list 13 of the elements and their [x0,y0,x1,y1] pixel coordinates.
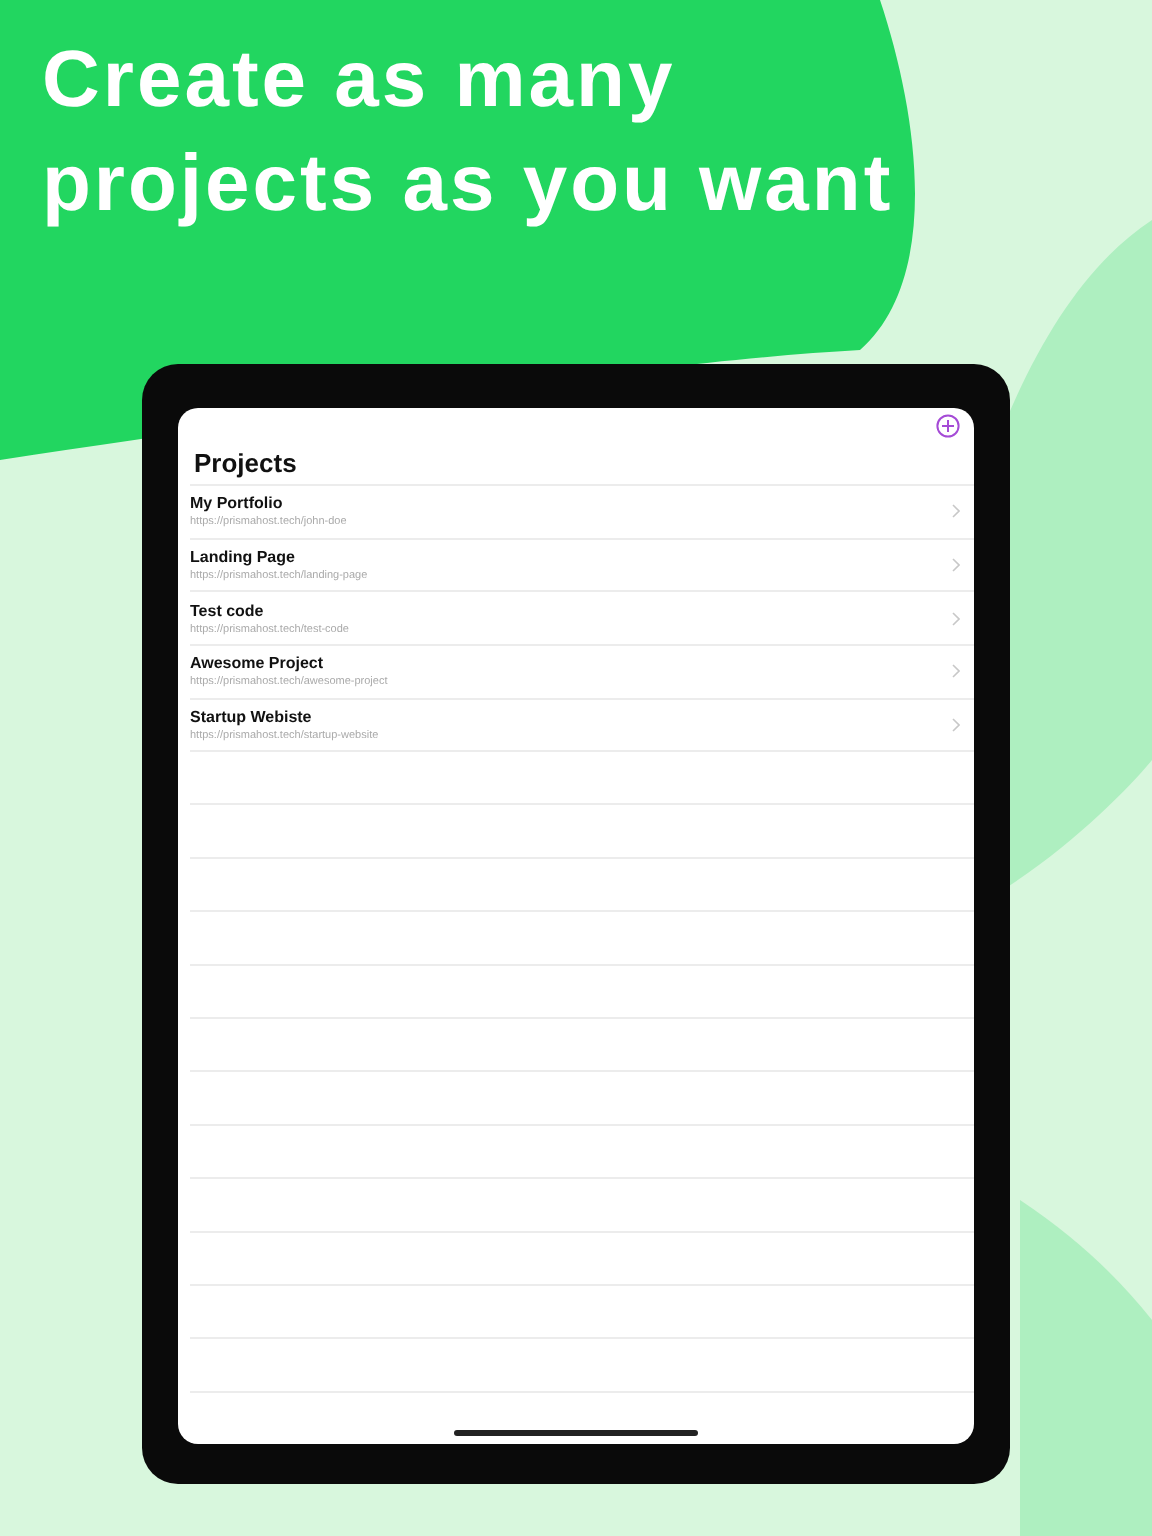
chevron-icon [952,718,960,733]
chevron-icon [952,504,960,519]
project-name: Awesome Project [190,654,326,673]
project-name: Landing Page [190,548,297,567]
add-icon[interactable] [936,414,960,438]
project-name: Test code [190,601,266,620]
project-name: Startup Webiste [190,708,314,727]
headline: Create as many projects as you want [42,34,896,232]
chevron-icon [952,558,960,573]
project-name: My Portfolio [190,494,285,513]
chevron-icon [952,664,960,679]
screen-title: Projects [194,448,299,478]
chevron-icon [952,611,960,626]
